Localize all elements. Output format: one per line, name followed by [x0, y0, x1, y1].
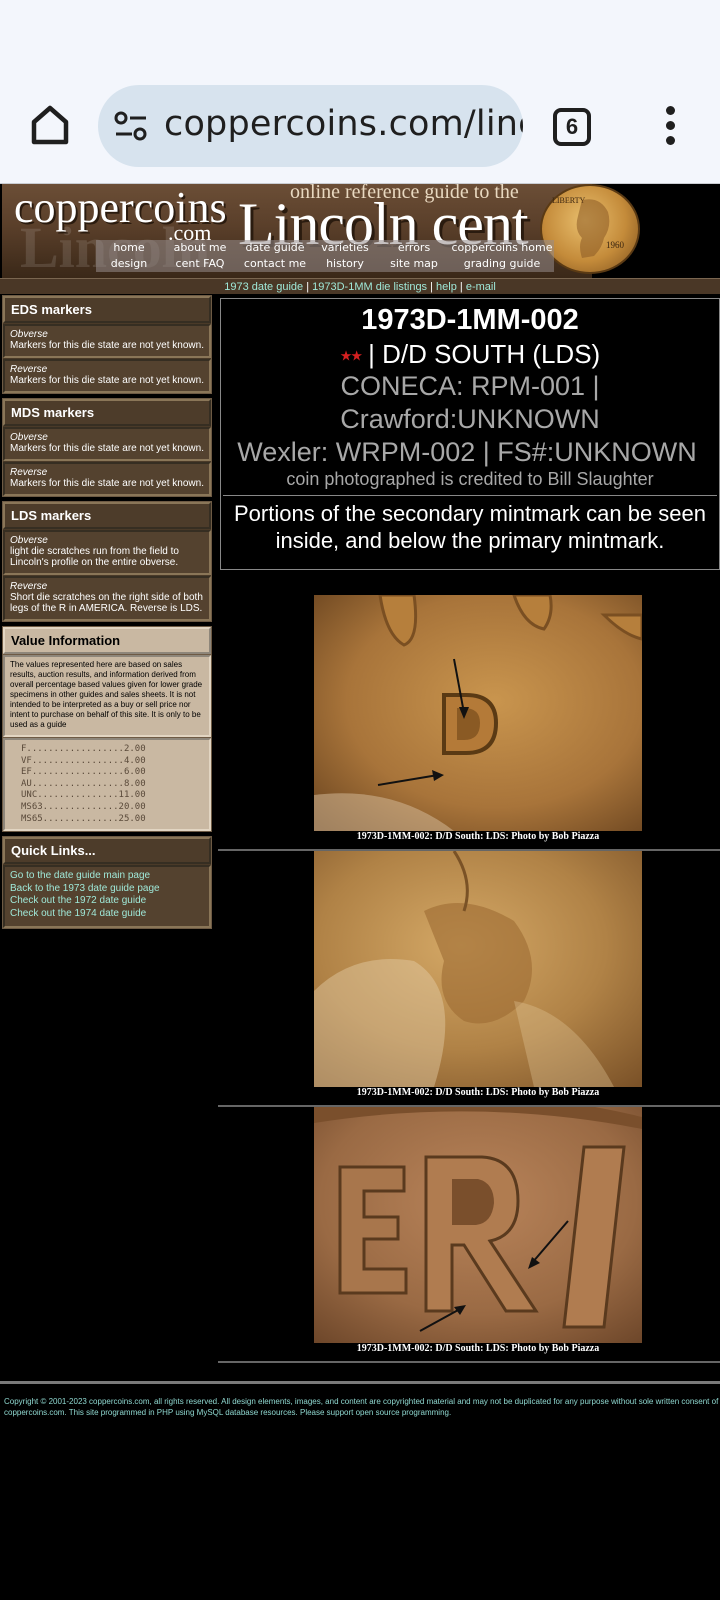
coin-photo-obverse[interactable]	[314, 850, 642, 1087]
obverse-section: Obverse Markers for this die state are n…	[3, 427, 211, 461]
photo-credit: coin photographed is credited to Bill Sl…	[286, 469, 654, 489]
tab-switcher-button[interactable]: 6	[553, 108, 591, 146]
link-die-listings[interactable]: 1973D-1MM die listings	[312, 281, 427, 293]
breadcrumb-separator: |	[456, 281, 466, 293]
nav-home[interactable]: home	[96, 240, 162, 256]
panel-title: Quick Links...	[3, 837, 211, 865]
section-label: Obverse	[10, 329, 48, 340]
section-text: Markers for this die state are not yet k…	[10, 375, 204, 386]
panel-title: LDS markers	[3, 502, 211, 529]
variety-title: 1973D-1MM-002	[361, 304, 579, 336]
section-label: Reverse	[10, 581, 48, 592]
photo-caption: 1973D-1MM-002: D/D South: LDS: Photo by …	[314, 831, 642, 845]
photo-caption: 1973D-1MM-002: D/D South: LDS: Photo by …	[314, 1343, 642, 1357]
variety-designation: | D/D SOUTH (LDS)	[360, 339, 601, 369]
nav-date-guide[interactable]: date guide	[238, 240, 312, 256]
more-menu-icon[interactable]	[660, 106, 680, 148]
reverse-section: Reverse Short die scratches on the right…	[3, 576, 211, 621]
divider	[223, 495, 717, 496]
panel-title: MDS markers	[3, 399, 211, 426]
nav-site-map[interactable]: site map	[378, 256, 450, 272]
coneca-id: CONECA: RPM-001 |	[340, 371, 600, 401]
price-table: F..................2.00 VF..............…	[3, 738, 211, 832]
price-row: AU.................8.00	[21, 778, 146, 789]
variety-info-box: 1973D-1MM-002 ★★ | D/D SOUTH (LDS) CONEC…	[220, 298, 720, 570]
obverse-section: Obverse Markers for this die state are n…	[3, 324, 211, 358]
banner-tagline: online reference guide to the	[290, 184, 519, 203]
eds-markers-panel: EDS markers Obverse Markers for this die…	[2, 295, 212, 394]
section-label: Reverse	[10, 467, 48, 478]
price-row: VF.................4.00	[21, 755, 146, 766]
mds-markers-panel: MDS markers Obverse Markers for this die…	[2, 398, 212, 497]
panel-title: Value Information	[3, 627, 211, 654]
rating-stars-icon: ★★	[339, 347, 363, 364]
coin-photo-reverse[interactable]	[314, 1094, 642, 1343]
section-label: Obverse	[10, 535, 48, 546]
site-settings-icon[interactable]	[114, 111, 148, 141]
variety-description: Portions of the secondary mintmark can b…	[233, 501, 707, 553]
nav-contact-me[interactable]: contact me	[238, 256, 312, 272]
obverse-section: Obverse light die scratches run from the…	[3, 530, 211, 575]
crawford-id: Crawford:UNKNOWN	[340, 404, 600, 434]
address-bar[interactable]: coppercoins.com/lincc	[98, 85, 523, 167]
nav-grading-guide[interactable]: grading guide	[450, 256, 554, 272]
section-text: light die scratches run from the field t…	[10, 546, 179, 568]
panel-title: EDS markers	[3, 296, 211, 323]
section-label: Reverse	[10, 364, 48, 375]
section-text: Markers for this die state are not yet k…	[10, 340, 204, 351]
wexler-id: Wexler: WRPM-002 | FS#:UNKNOWN	[237, 437, 697, 467]
url-text[interactable]: coppercoins.com/lincc	[164, 104, 523, 144]
coin-photo-mintmark[interactable]	[314, 593, 644, 831]
quick-link-1973-guide[interactable]: Back to the 1973 date guide page	[10, 883, 204, 896]
section-text: Short die scratches on the right side of…	[10, 592, 203, 614]
price-row: MS63..............20.00	[21, 801, 146, 812]
lincoln-cent-coin-image: LIBERTY 1960	[540, 184, 640, 274]
quick-links-list: Go to the date guide main page Back to t…	[3, 865, 211, 928]
price-row: UNC...............11.00	[21, 790, 146, 801]
coin-year-text: 1960	[606, 240, 624, 250]
home-icon[interactable]	[26, 100, 74, 148]
breadcrumb: 1973 date guide | 1973D-1MM die listings…	[0, 278, 720, 294]
section-text: Markers for this die state are not yet k…	[10, 443, 204, 454]
footer-divider	[0, 1381, 720, 1384]
browser-toolbar: coppercoins.com/lincc 6	[0, 0, 720, 184]
value-information-panel: Value Information The values represented…	[2, 626, 212, 833]
photo-caption: 1973D-1MM-002: D/D South: LDS: Photo by …	[314, 1087, 642, 1101]
variety-subtitle: ★★ | D/D SOUTH (LDS)	[221, 339, 719, 370]
nav-about-me[interactable]: about me	[162, 240, 238, 256]
nav-design[interactable]: design	[96, 256, 162, 272]
breadcrumb-separator: |	[303, 281, 313, 293]
nav-varieties[interactable]: varieties	[312, 240, 378, 256]
breadcrumb-separator: |	[427, 281, 437, 293]
section-text: Markers for this die state are not yet k…	[10, 478, 204, 489]
quick-links-panel: Quick Links... Go to the date guide main…	[2, 836, 212, 929]
reverse-section: Reverse Markers for this die state are n…	[3, 359, 211, 393]
nav-cent-faq[interactable]: cent FAQ	[162, 256, 238, 272]
price-row: F..................2.00	[21, 744, 146, 754]
sidebar: EDS markers Obverse Markers for this die…	[0, 295, 214, 933]
coin-photo-block: 1973D-1MM-002: D/D South: LDS: Photo by …	[218, 593, 720, 851]
price-row: EF.................6.00	[21, 767, 146, 778]
reverse-section: Reverse Markers for this die state are n…	[3, 462, 211, 496]
link-1973-date-guide[interactable]: 1973 date guide	[224, 281, 303, 293]
price-row: MS65..............25.00	[21, 813, 146, 824]
nav-errors[interactable]: errors	[378, 240, 450, 256]
coin-photo-block: 1973D-1MM-002: D/D South: LDS: Photo by …	[218, 1094, 720, 1363]
quick-link-1974-guide[interactable]: Check out the 1974 date guide	[10, 908, 204, 921]
coin-photo-block: 1973D-1MM-002: D/D South: LDS: Photo by …	[218, 850, 720, 1107]
section-label: Obverse	[10, 432, 48, 443]
site-nav: home about me date guide varieties error…	[96, 240, 554, 272]
nav-coppercoins-home[interactable]: coppercoins home	[450, 240, 554, 256]
quick-link-main-guide[interactable]: Go to the date guide main page	[10, 870, 204, 883]
link-help[interactable]: help	[436, 281, 457, 293]
value-disclaimer: The values represented here are based on…	[3, 655, 211, 737]
nav-history[interactable]: history	[312, 256, 378, 272]
quick-link-1972-guide[interactable]: Check out the 1972 date guide	[10, 895, 204, 908]
lds-markers-panel: LDS markers Obverse light die scratches …	[2, 501, 212, 622]
link-email[interactable]: e-mail	[466, 281, 496, 293]
site-banner: Lincoln coppercoins .com Lincoln cent on…	[0, 184, 720, 278]
copyright-footer: Copyright © 2001-2023 coppercoins.com, a…	[4, 1397, 719, 1417]
